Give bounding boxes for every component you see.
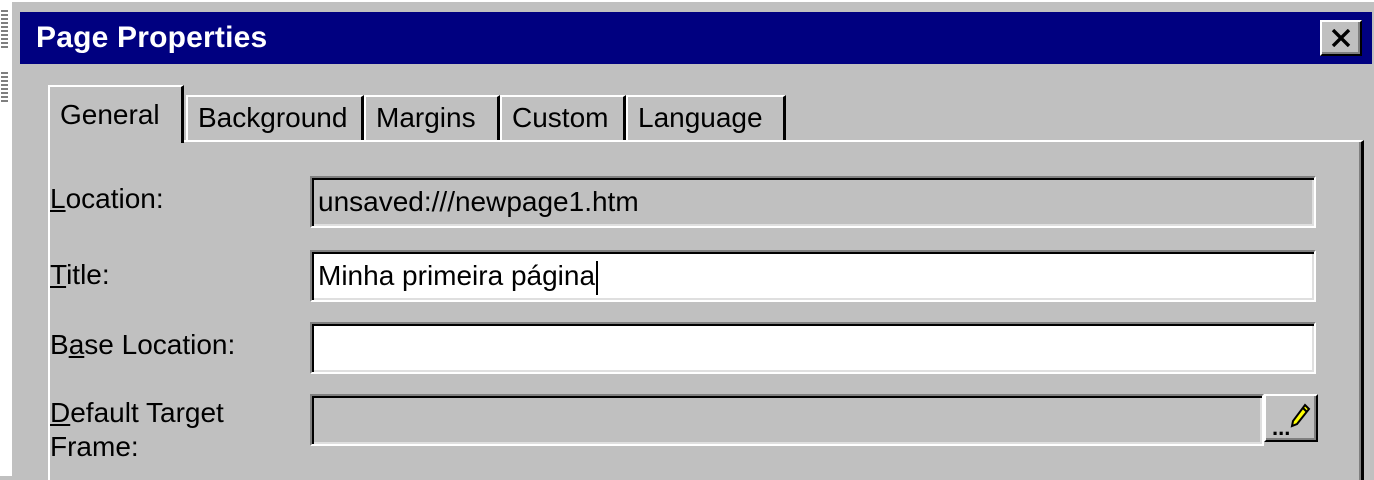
tab-label: Custom [512, 102, 609, 133]
default-target-frame-field[interactable] [310, 394, 1264, 446]
location-field[interactable]: unsaved:///newpage1.htm [310, 176, 1316, 228]
tab-label: Background [198, 102, 348, 133]
tab-general[interactable]: General [48, 85, 184, 143]
base-location-label: Base Location: [50, 329, 236, 360]
tab-margins[interactable]: Margins [364, 95, 500, 141]
pencil-icon [1290, 403, 1311, 428]
close-icon [1331, 29, 1351, 47]
tab-label: Margins [376, 102, 476, 133]
page-properties-dialog: Page Properties General Background Margi… [10, 0, 1374, 480]
title-bar[interactable]: Page Properties [20, 12, 1372, 64]
close-button[interactable] [1320, 20, 1362, 56]
edge-grip [1, 72, 8, 102]
tab-language[interactable]: Language [626, 95, 786, 141]
tab-background[interactable]: Background [186, 95, 364, 141]
location-value: unsaved:///newpage1.htm [318, 186, 639, 217]
location-label: Location: [50, 183, 164, 214]
window-title: Page Properties [36, 21, 268, 54]
title-label: Title: [50, 259, 110, 290]
default-target-frame-label: Default Target Frame: [50, 397, 224, 462]
browse-target-frame-button[interactable]: ... [1264, 394, 1318, 442]
left-edge-strip [0, 0, 10, 476]
tab-label: General [60, 99, 160, 130]
tab-custom[interactable]: Custom [500, 95, 626, 141]
edge-grip [1, 10, 8, 50]
title-input[interactable]: Minha primeira página [310, 250, 1316, 302]
base-location-input[interactable] [310, 322, 1316, 374]
text-caret [596, 260, 599, 295]
title-value: Minha primeira página [318, 260, 596, 291]
panel-shadow [1359, 142, 1361, 480]
tab-label: Language [638, 102, 763, 133]
